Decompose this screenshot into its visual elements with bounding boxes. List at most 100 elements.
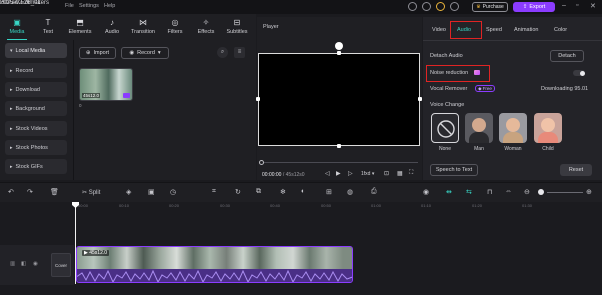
tab-speed[interactable]: Speed: [486, 27, 502, 33]
tab-media[interactable]: ▣ Media: [3, 14, 31, 40]
search-icon[interactable]: ⌕: [217, 47, 228, 58]
delete-icon[interactable]: 🗑: [50, 188, 59, 196]
freeze-icon[interactable]: ❄: [280, 188, 286, 196]
resize-handle-right[interactable]: [418, 97, 422, 101]
cover-button[interactable]: Cover: [51, 253, 71, 277]
free-badge: ◆ Free: [475, 85, 495, 92]
sidebar-item-local-media[interactable]: ▾ Local Media: [5, 43, 67, 58]
tab-effects[interactable]: ✧ Effects: [192, 14, 220, 40]
snap-icon[interactable]: ⇆: [466, 188, 472, 196]
track-visible-icon[interactable]: ◉: [33, 261, 38, 267]
scrubber-knob[interactable]: [259, 160, 264, 165]
notification-icon[interactable]: [450, 2, 459, 11]
detach-button[interactable]: Detach: [550, 50, 584, 62]
fit-icon[interactable]: ⇔: [505, 188, 512, 195]
premium-gem-icon: [474, 70, 480, 75]
account-icon[interactable]: [408, 2, 417, 11]
play-icon[interactable]: ▶: [336, 170, 341, 177]
aspect-icon[interactable]: ▦: [397, 170, 403, 177]
menu-help[interactable]: Help: [104, 3, 115, 9]
zoom-slider-knob[interactable]: [538, 189, 544, 195]
resize-handle-top[interactable]: [337, 51, 341, 55]
mirror-icon[interactable]: ⧉: [256, 188, 261, 196]
noise-reduction-label: Noise reduction: [430, 70, 469, 76]
tab-audio[interactable]: ♪ Audio: [98, 14, 126, 40]
minimize-icon[interactable]: –: [562, 2, 566, 9]
effects-icon: ✧: [202, 18, 210, 27]
record-dropdown[interactable]: ◉ Record ▾: [121, 47, 169, 59]
menu-settings[interactable]: Settings: [79, 3, 99, 9]
snapshot-icon[interactable]: ⊡: [384, 170, 389, 177]
preview-scrubber[interactable]: [263, 162, 418, 163]
quality-dropdown[interactable]: 1fxd ▾: [361, 171, 374, 177]
rotate-icon[interactable]: ↻: [235, 188, 241, 196]
sidebar-item-background[interactable]: ▸ Background: [5, 101, 67, 116]
voice-option-woman[interactable]: [499, 113, 527, 143]
text-tool-icon[interactable]: ▣: [148, 188, 155, 196]
media-thumbnail[interactable]: 45s12.0: [79, 68, 133, 101]
filter-icon[interactable]: ≡: [234, 47, 245, 58]
rotate-handle[interactable]: [335, 42, 343, 50]
stabilize-icon[interactable]: ⊞: [326, 188, 332, 196]
tab-subtitles[interactable]: ⊟ Subtitles: [223, 14, 251, 40]
marker-icon[interactable]: ◈: [126, 188, 131, 196]
undo-icon[interactable]: ↶: [8, 188, 14, 196]
video-clip[interactable]: ▶ 45s12.0: [76, 246, 353, 283]
sidebar-item-download[interactable]: ▸ Download: [5, 82, 67, 97]
sidebar-item-stock-gifs[interactable]: ▸ Stock GIFs: [5, 159, 67, 174]
zoom-in-icon[interactable]: ⊕: [586, 188, 592, 196]
sidebar-item-stock-photos[interactable]: ▸ Stock Photos: [5, 140, 67, 155]
redo-icon[interactable]: ↷: [27, 188, 33, 196]
tab-filters[interactable]: ◎ Filters: [161, 14, 189, 40]
tab-text[interactable]: T Text: [34, 14, 62, 40]
help-icon[interactable]: [422, 2, 431, 11]
close-icon[interactable]: ✕: [590, 2, 596, 10]
speed-icon[interactable]: ◷: [170, 188, 176, 196]
track-lock-icon[interactable]: ▥: [10, 261, 15, 267]
reset-button[interactable]: Reset: [560, 164, 592, 176]
tab-transition[interactable]: ⋈ Transition: [129, 14, 157, 40]
fullscreen-icon[interactable]: ⛶: [409, 170, 413, 177]
vocal-remover-label: Vocal Remover: [430, 86, 468, 92]
snapshot-tl-icon[interactable]: ⎙: [371, 188, 377, 196]
tab-elements[interactable]: ⬒ Elements: [66, 14, 94, 40]
crop-icon[interactable]: ⌗: [212, 188, 216, 196]
volume-icon[interactable]: ◐: [301, 188, 305, 195]
sidebar-item-label: Record: [15, 67, 34, 74]
none-icon: [437, 120, 455, 138]
voice-option-man[interactable]: [465, 113, 493, 143]
link-icon[interactable]: ⇹: [446, 188, 452, 196]
gift-icon[interactable]: [436, 2, 445, 11]
voice-option-child[interactable]: [534, 113, 562, 143]
noise-reduction-toggle[interactable]: [573, 70, 585, 76]
purchase-button[interactable]: ♛ Purchase: [472, 2, 508, 12]
track-audio-icon[interactable]: ◧: [21, 261, 26, 267]
zoom-out-icon[interactable]: ⊖: [524, 188, 530, 196]
sidebar-item-record[interactable]: ▸ Record: [5, 63, 67, 78]
tab-video[interactable]: Video: [432, 27, 446, 33]
tab-animation[interactable]: Animation: [514, 27, 538, 33]
playhead[interactable]: [75, 202, 76, 284]
sidebar-item-stock-videos[interactable]: ▸ Stock Videos: [5, 121, 67, 136]
menu-file[interactable]: File: [65, 3, 74, 9]
export-button[interactable]: ⇪ Export: [513, 2, 555, 12]
import-button[interactable]: ⊕ Import: [79, 47, 116, 59]
prev-frame-icon[interactable]: ◁: [325, 170, 330, 177]
preview-canvas[interactable]: [258, 53, 420, 146]
speech-to-text-button[interactable]: Speech to Text: [430, 164, 478, 176]
maximize-icon[interactable]: ▫: [576, 2, 578, 9]
magnet-icon[interactable]: ⊓: [487, 188, 492, 196]
next-frame-icon[interactable]: ▷: [348, 170, 353, 177]
split-icon[interactable]: ✂ Split: [82, 189, 100, 196]
mic-icon[interactable]: ◉: [423, 188, 429, 196]
resize-handle-bottom[interactable]: [337, 144, 341, 148]
free-badge-label: Free: [482, 86, 492, 91]
added-check-icon: [123, 93, 130, 98]
color-icon[interactable]: ◍: [347, 188, 353, 196]
audio-icon: ♪: [110, 18, 114, 27]
voice-option-none[interactable]: [431, 113, 459, 143]
ruler-tick: 01:30: [522, 203, 533, 208]
tab-color[interactable]: Color: [554, 27, 567, 33]
zoom-slider[interactable]: [547, 192, 583, 193]
resize-handle-left[interactable]: [256, 97, 260, 101]
